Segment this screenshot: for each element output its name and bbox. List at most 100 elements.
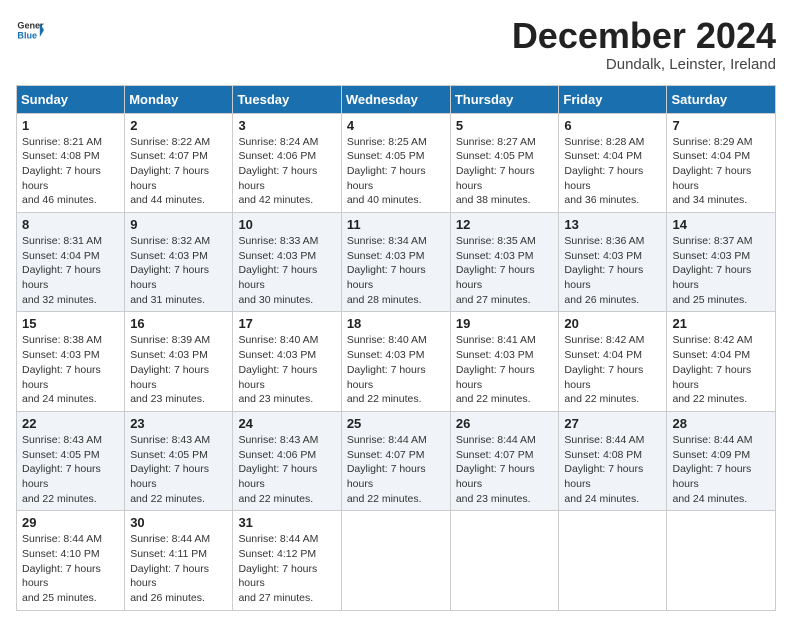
day-detail: Sunrise: 8:43 AMSunset: 4:05 PMDaylight:… [22, 433, 119, 506]
day-detail: Sunrise: 8:31 AMSunset: 4:04 PMDaylight:… [22, 234, 119, 307]
day-number: 23 [130, 416, 227, 431]
month-title: December 2024 [512, 16, 776, 56]
day-number: 8 [22, 217, 119, 232]
day-number: 31 [238, 515, 335, 530]
day-number: 25 [347, 416, 445, 431]
day-number: 21 [672, 316, 770, 331]
calendar-cell: 3 Sunrise: 8:24 AMSunset: 4:06 PMDayligh… [233, 113, 341, 212]
day-detail: Sunrise: 8:44 AMSunset: 4:10 PMDaylight:… [22, 532, 119, 605]
calendar-cell: 21 Sunrise: 8:42 AMSunset: 4:04 PMDaylig… [667, 312, 776, 411]
calendar-cell: 31 Sunrise: 8:44 AMSunset: 4:12 PMDaylig… [233, 511, 341, 610]
calendar-week-row: 1 Sunrise: 8:21 AMSunset: 4:08 PMDayligh… [17, 113, 776, 212]
day-detail: Sunrise: 8:44 AMSunset: 4:07 PMDaylight:… [456, 433, 554, 506]
weekday-header: Saturday [667, 85, 776, 113]
day-number: 18 [347, 316, 445, 331]
logo: General Blue [16, 16, 44, 44]
calendar-header-row: SundayMondayTuesdayWednesdayThursdayFrid… [17, 85, 776, 113]
calendar-cell: 27 Sunrise: 8:44 AMSunset: 4:08 PMDaylig… [559, 411, 667, 510]
calendar-cell: 1 Sunrise: 8:21 AMSunset: 4:08 PMDayligh… [17, 113, 125, 212]
calendar-cell: 15 Sunrise: 8:38 AMSunset: 4:03 PMDaylig… [17, 312, 125, 411]
calendar-cell: 2 Sunrise: 8:22 AMSunset: 4:07 PMDayligh… [125, 113, 233, 212]
day-number: 24 [238, 416, 335, 431]
calendar-cell [450, 511, 559, 610]
day-number: 7 [672, 118, 770, 133]
day-detail: Sunrise: 8:44 AMSunset: 4:09 PMDaylight:… [672, 433, 770, 506]
day-number: 27 [564, 416, 661, 431]
day-detail: Sunrise: 8:43 AMSunset: 4:05 PMDaylight:… [130, 433, 227, 506]
day-detail: Sunrise: 8:37 AMSunset: 4:03 PMDaylight:… [672, 234, 770, 307]
weekday-header: Friday [559, 85, 667, 113]
day-number: 6 [564, 118, 661, 133]
calendar-cell: 23 Sunrise: 8:43 AMSunset: 4:05 PMDaylig… [125, 411, 233, 510]
day-detail: Sunrise: 8:38 AMSunset: 4:03 PMDaylight:… [22, 333, 119, 406]
calendar-cell: 25 Sunrise: 8:44 AMSunset: 4:07 PMDaylig… [341, 411, 450, 510]
day-detail: Sunrise: 8:36 AMSunset: 4:03 PMDaylight:… [564, 234, 661, 307]
day-number: 9 [130, 217, 227, 232]
calendar-cell: 9 Sunrise: 8:32 AMSunset: 4:03 PMDayligh… [125, 213, 233, 312]
calendar-cell: 20 Sunrise: 8:42 AMSunset: 4:04 PMDaylig… [559, 312, 667, 411]
weekday-header: Monday [125, 85, 233, 113]
day-detail: Sunrise: 8:28 AMSunset: 4:04 PMDaylight:… [564, 135, 661, 208]
header: General Blue December 2024 Dundalk, Lein… [16, 16, 776, 73]
day-number: 15 [22, 316, 119, 331]
day-detail: Sunrise: 8:29 AMSunset: 4:04 PMDaylight:… [672, 135, 770, 208]
calendar-cell [667, 511, 776, 610]
day-detail: Sunrise: 8:21 AMSunset: 4:08 PMDaylight:… [22, 135, 119, 208]
calendar-cell: 30 Sunrise: 8:44 AMSunset: 4:11 PMDaylig… [125, 511, 233, 610]
calendar-cell: 11 Sunrise: 8:34 AMSunset: 4:03 PMDaylig… [341, 213, 450, 312]
day-number: 1 [22, 118, 119, 133]
calendar-cell: 18 Sunrise: 8:40 AMSunset: 4:03 PMDaylig… [341, 312, 450, 411]
day-detail: Sunrise: 8:27 AMSunset: 4:05 PMDaylight:… [456, 135, 554, 208]
day-detail: Sunrise: 8:34 AMSunset: 4:03 PMDaylight:… [347, 234, 445, 307]
calendar-cell: 4 Sunrise: 8:25 AMSunset: 4:05 PMDayligh… [341, 113, 450, 212]
calendar-week-row: 29 Sunrise: 8:44 AMSunset: 4:10 PMDaylig… [17, 511, 776, 610]
day-number: 4 [347, 118, 445, 133]
weekday-header: Thursday [450, 85, 559, 113]
day-number: 13 [564, 217, 661, 232]
calendar-week-row: 8 Sunrise: 8:31 AMSunset: 4:04 PMDayligh… [17, 213, 776, 312]
location-subtitle: Dundalk, Leinster, Ireland [512, 56, 776, 73]
day-number: 17 [238, 316, 335, 331]
calendar-week-row: 15 Sunrise: 8:38 AMSunset: 4:03 PMDaylig… [17, 312, 776, 411]
calendar-table: SundayMondayTuesdayWednesdayThursdayFrid… [16, 85, 776, 611]
day-number: 2 [130, 118, 227, 133]
day-number: 5 [456, 118, 554, 133]
day-detail: Sunrise: 8:39 AMSunset: 4:03 PMDaylight:… [130, 333, 227, 406]
calendar-cell: 8 Sunrise: 8:31 AMSunset: 4:04 PMDayligh… [17, 213, 125, 312]
day-number: 20 [564, 316, 661, 331]
day-number: 10 [238, 217, 335, 232]
day-number: 11 [347, 217, 445, 232]
calendar-cell: 10 Sunrise: 8:33 AMSunset: 4:03 PMDaylig… [233, 213, 341, 312]
calendar-cell: 19 Sunrise: 8:41 AMSunset: 4:03 PMDaylig… [450, 312, 559, 411]
calendar-week-row: 22 Sunrise: 8:43 AMSunset: 4:05 PMDaylig… [17, 411, 776, 510]
calendar-cell: 5 Sunrise: 8:27 AMSunset: 4:05 PMDayligh… [450, 113, 559, 212]
day-detail: Sunrise: 8:43 AMSunset: 4:06 PMDaylight:… [238, 433, 335, 506]
day-detail: Sunrise: 8:33 AMSunset: 4:03 PMDaylight:… [238, 234, 335, 307]
calendar-cell: 28 Sunrise: 8:44 AMSunset: 4:09 PMDaylig… [667, 411, 776, 510]
day-detail: Sunrise: 8:22 AMSunset: 4:07 PMDaylight:… [130, 135, 227, 208]
weekday-header: Wednesday [341, 85, 450, 113]
day-detail: Sunrise: 8:24 AMSunset: 4:06 PMDaylight:… [238, 135, 335, 208]
day-number: 26 [456, 416, 554, 431]
calendar-cell: 12 Sunrise: 8:35 AMSunset: 4:03 PMDaylig… [450, 213, 559, 312]
calendar-cell: 7 Sunrise: 8:29 AMSunset: 4:04 PMDayligh… [667, 113, 776, 212]
calendar-cell: 29 Sunrise: 8:44 AMSunset: 4:10 PMDaylig… [17, 511, 125, 610]
day-detail: Sunrise: 8:44 AMSunset: 4:12 PMDaylight:… [238, 532, 335, 605]
weekday-header: Sunday [17, 85, 125, 113]
calendar-cell [559, 511, 667, 610]
day-detail: Sunrise: 8:44 AMSunset: 4:11 PMDaylight:… [130, 532, 227, 605]
day-number: 16 [130, 316, 227, 331]
day-detail: Sunrise: 8:44 AMSunset: 4:07 PMDaylight:… [347, 433, 445, 506]
logo-icon: General Blue [16, 16, 44, 44]
day-number: 28 [672, 416, 770, 431]
calendar-cell [341, 511, 450, 610]
calendar-cell: 26 Sunrise: 8:44 AMSunset: 4:07 PMDaylig… [450, 411, 559, 510]
calendar-cell: 22 Sunrise: 8:43 AMSunset: 4:05 PMDaylig… [17, 411, 125, 510]
svg-text:Blue: Blue [17, 30, 37, 40]
calendar-cell: 13 Sunrise: 8:36 AMSunset: 4:03 PMDaylig… [559, 213, 667, 312]
title-area: December 2024 Dundalk, Leinster, Ireland [512, 16, 776, 73]
day-detail: Sunrise: 8:32 AMSunset: 4:03 PMDaylight:… [130, 234, 227, 307]
day-detail: Sunrise: 8:40 AMSunset: 4:03 PMDaylight:… [238, 333, 335, 406]
day-number: 29 [22, 515, 119, 530]
calendar-cell: 17 Sunrise: 8:40 AMSunset: 4:03 PMDaylig… [233, 312, 341, 411]
